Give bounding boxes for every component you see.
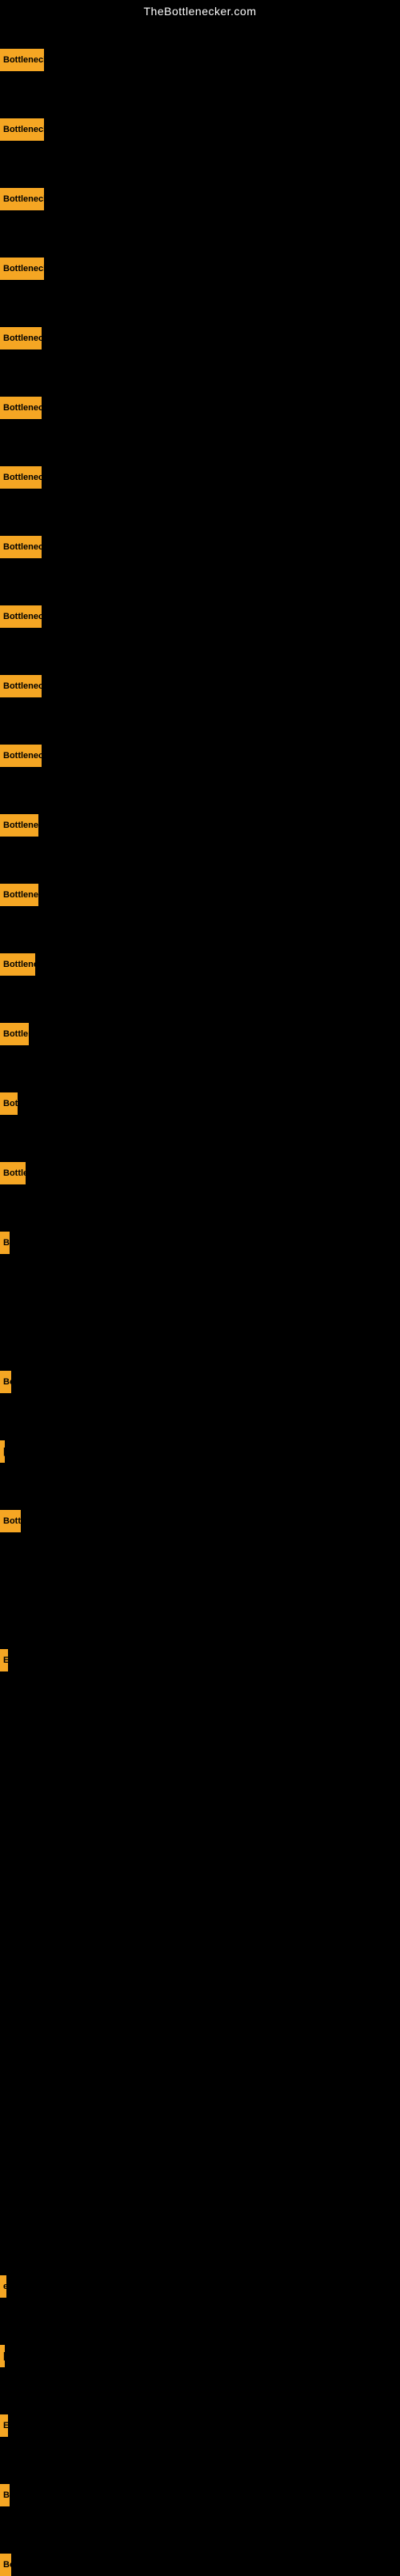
bar-item: Bottleneck res <box>0 884 38 906</box>
bar-label: Bottleneck result <box>3 194 44 204</box>
bar-item: Bottleneck resu <box>0 536 42 558</box>
bar-item: B <box>0 2484 10 2506</box>
bar-item: Bottleneck re <box>0 953 35 976</box>
bar-label: Bottleneck resu <box>3 473 42 482</box>
bar-item: Bottleneck resu <box>0 605 42 628</box>
bar-item: Bott <box>0 1510 21 1532</box>
bar-label: | <box>3 1447 5 1456</box>
bar-item: | <box>0 2345 5 2367</box>
bar-label: Bottleneck res <box>3 890 38 900</box>
bar-label: Bottleneck resu <box>3 751 42 761</box>
bar-label: Bottlen <box>3 1168 26 1178</box>
bar-label: Bottleneck resu <box>3 403 42 413</box>
bar-item: Bottleneck resu <box>0 466 42 489</box>
bar-item: Bottleneck result <box>0 258 44 280</box>
bar-label: Bottlene <box>3 1029 29 1039</box>
bar-item: B <box>0 1232 10 1254</box>
bar-label: B <box>3 2490 10 2500</box>
site-title: TheBottlenecker.com <box>0 0 400 22</box>
bar-item: Bottlen <box>0 1162 26 1184</box>
bar-label: Bottleneck resu <box>3 542 42 552</box>
bar-item: E <box>0 2414 8 2437</box>
bar-label: Bottleneck result <box>3 125 44 134</box>
bar-label: Bott <box>3 1516 21 1526</box>
bar-label: Bottleneck resu <box>3 612 42 621</box>
bar-label: e <box>3 2282 6 2291</box>
bar-item: Bo <box>0 1371 11 1393</box>
bar-item: | <box>0 1440 5 1463</box>
bar-label: Bottleneck resu <box>3 333 42 343</box>
bar-label: Bottleneck res <box>3 821 38 830</box>
bar-item: Bottleneck resu <box>0 397 42 419</box>
bar-item: Bottleneck resu <box>0 675 42 697</box>
bar-label: E <box>3 2421 8 2430</box>
bar-label: Bot <box>3 1099 18 1108</box>
bar-item: Bottleneck result <box>0 188 44 210</box>
bar-label: B <box>3 1238 10 1248</box>
bar-item: Bottleneck res <box>0 814 38 837</box>
bar-label: Bottleneck resu <box>3 681 42 691</box>
bar-label: | <box>3 2351 5 2361</box>
bar-item: E <box>0 1649 8 1671</box>
bar-label: E <box>3 1655 8 1665</box>
bar-item: Bottleneck resu <box>0 745 42 767</box>
bar-label: Bo <box>3 1377 11 1387</box>
bar-item: e <box>0 2275 6 2298</box>
bar-label: Bo <box>3 2560 11 2570</box>
bar-label: Bottleneck result <box>3 55 44 65</box>
bar-label: Bottleneck result <box>3 264 44 274</box>
bar-item: Bottleneck result <box>0 49 44 71</box>
bar-item: Bottleneck result <box>0 118 44 141</box>
bar-item: Bottleneck resu <box>0 327 42 349</box>
bar-item: Bo <box>0 2554 11 2576</box>
bar-item: Bot <box>0 1092 18 1115</box>
bar-item: Bottlene <box>0 1023 29 1045</box>
bar-label: Bottleneck re <box>3 960 35 969</box>
